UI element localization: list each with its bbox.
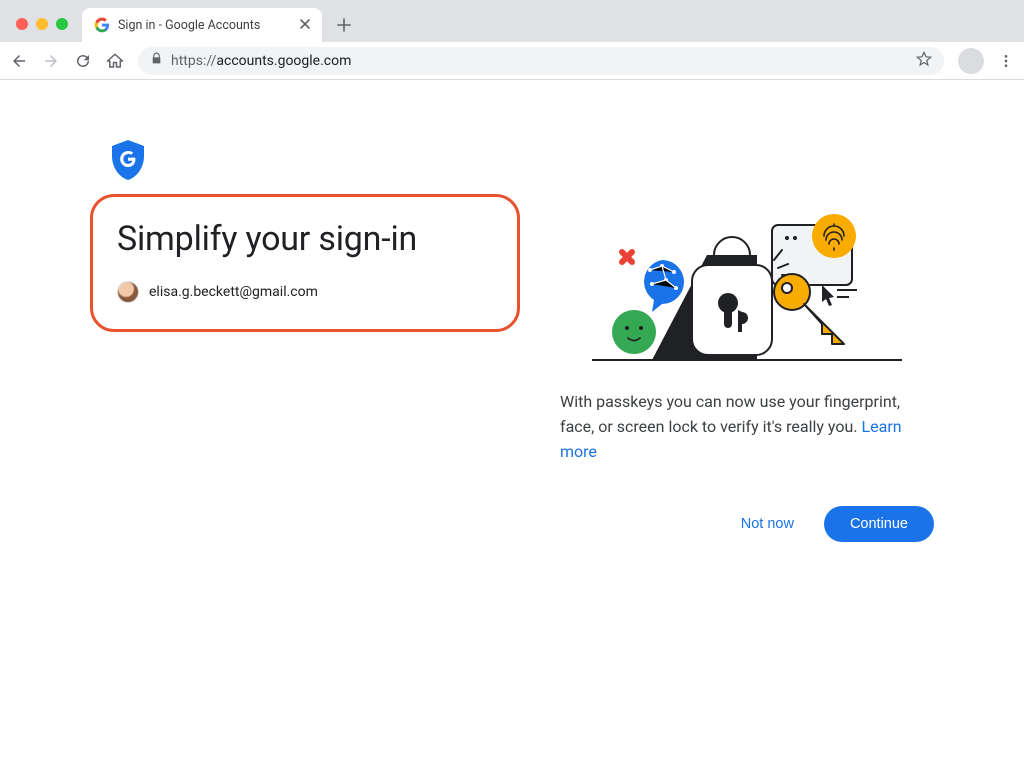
profile-button[interactable] xyxy=(958,48,984,74)
lock-icon xyxy=(150,52,163,69)
description-text: With passkeys you can now use your finge… xyxy=(560,390,934,464)
right-panel: With passkeys you can now use your finge… xyxy=(560,140,934,542)
browser-tab[interactable]: Sign in - Google Accounts xyxy=(82,8,322,42)
left-panel: Simplify your sign-in elisa.g.beckett@gm… xyxy=(90,140,520,542)
reload-icon xyxy=(74,52,92,70)
plus-icon xyxy=(337,18,351,32)
url-text: https://accounts.google.com xyxy=(171,53,351,69)
new-tab-button[interactable] xyxy=(330,11,358,39)
reload-button[interactable] xyxy=(74,52,92,70)
page-title: Simplify your sign-in xyxy=(117,219,493,259)
tab-close-button[interactable] xyxy=(300,17,310,33)
browser-tab-strip: Sign in - Google Accounts xyxy=(0,0,1024,42)
continue-button[interactable]: Continue xyxy=(824,506,934,542)
google-shield-logo xyxy=(110,140,520,184)
address-bar[interactable]: https://accounts.google.com xyxy=(138,47,944,75)
tab-title: Sign in - Google Accounts xyxy=(118,18,260,33)
home-button[interactable] xyxy=(106,52,124,70)
bookmark-button[interactable] xyxy=(916,51,932,71)
browser-toolbar: https://accounts.google.com xyxy=(0,42,1024,80)
more-vertical-icon xyxy=(998,53,1014,69)
arrow-right-icon xyxy=(42,52,60,70)
window-close-button[interactable] xyxy=(16,18,28,30)
window-maximize-button[interactable] xyxy=(56,18,68,30)
window-minimize-button[interactable] xyxy=(36,18,48,30)
not-now-button[interactable]: Not now xyxy=(731,508,804,540)
account-chip[interactable]: elisa.g.beckett@gmail.com xyxy=(117,281,493,303)
window-controls xyxy=(16,18,68,30)
page-content: Simplify your sign-in elisa.g.beckett@gm… xyxy=(0,80,1024,542)
close-icon xyxy=(300,19,310,29)
browser-menu-button[interactable] xyxy=(998,53,1014,69)
passkey-illustration xyxy=(582,200,912,370)
google-favicon-icon xyxy=(94,17,110,33)
forward-button[interactable] xyxy=(42,52,60,70)
back-button[interactable] xyxy=(10,52,28,70)
account-email: elisa.g.beckett@gmail.com xyxy=(149,284,318,300)
avatar xyxy=(117,281,139,303)
arrow-left-icon xyxy=(10,52,28,70)
home-icon xyxy=(106,52,124,70)
headline-highlight-box: Simplify your sign-in elisa.g.beckett@gm… xyxy=(90,194,520,332)
action-buttons: Not now Continue xyxy=(560,506,934,542)
shield-icon xyxy=(110,140,146,180)
star-icon xyxy=(916,51,932,67)
